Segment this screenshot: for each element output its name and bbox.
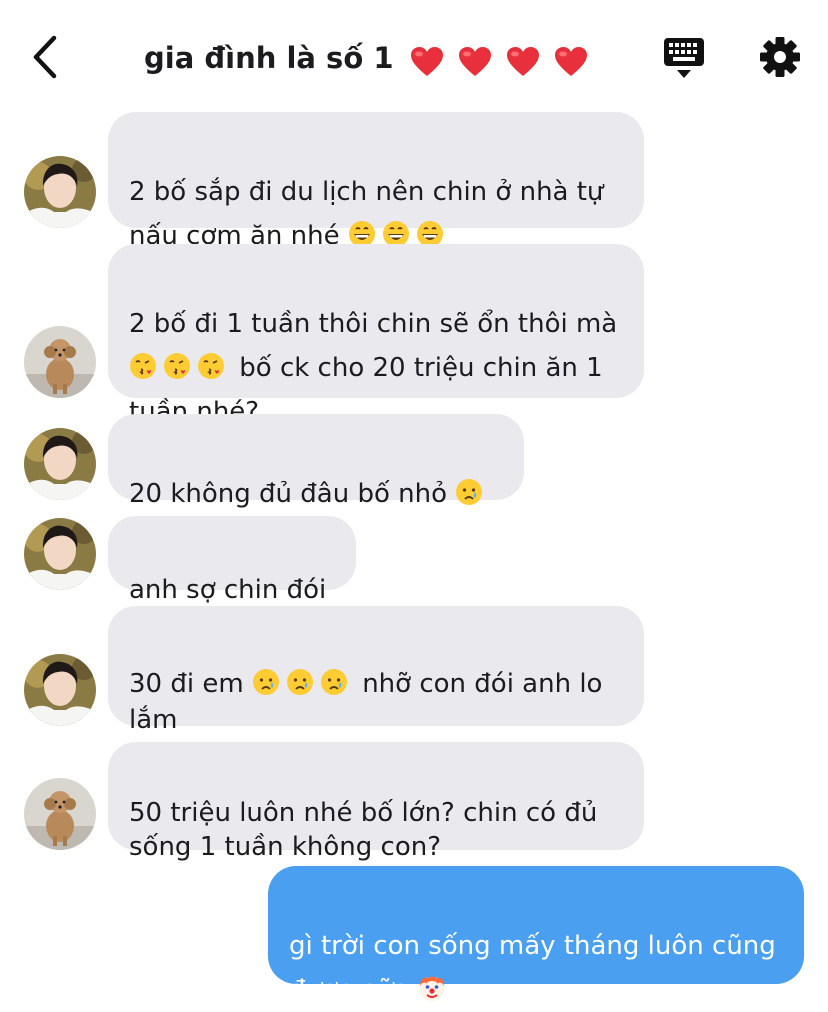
message-bubble: 20 không đủ đâu bố nhỏ: [108, 414, 524, 509]
message-text: sống 1 tuần không con?: [129, 832, 442, 862]
chat-header: gia đình là số 1: [0, 0, 828, 112]
keyboard-icon: [664, 38, 704, 78]
avatar-dog[interactable]: [24, 778, 96, 850]
crying-face-icon: [456, 479, 483, 505]
message-text: bố ck cho 20 triệu chin ăn 1: [231, 353, 603, 383]
message-text: 30 đi em: [129, 669, 244, 699]
avatar-boy[interactable]: [24, 156, 96, 228]
heart-icon: [410, 47, 443, 76]
face-blowing-kiss-icon: [130, 353, 156, 379]
message-bubble: 2 bố sắp đi du lịch nên chin ở nhà tự nấ…: [108, 112, 644, 251]
message-bubble-outgoing: gì trời con sống mấy tháng luôn cũng đượ…: [268, 866, 804, 1005]
message-text: anh sợ chin đói: [129, 575, 327, 605]
message-text: 2 bố đi 1 tuần thôi chin sẽ ổn thôi mà: [129, 309, 618, 339]
settings-button[interactable]: [759, 36, 801, 78]
gear-icon: [760, 37, 800, 77]
crying-face-icon: [320, 669, 347, 695]
message-text: 2 bố sắp đi du lịch nên chin ở nhà tự: [129, 177, 604, 207]
chat-title: gia đình là số 1: [144, 41, 394, 75]
clown-face-icon: [419, 976, 444, 1001]
face-blowing-kiss-icon: [164, 353, 190, 379]
chevron-left-icon: [33, 35, 57, 79]
message-text: gì trời con sống mấy tháng luôn cũng: [289, 931, 776, 961]
heart-icon: [458, 47, 491, 76]
message-bubble: 50 triệu luôn nhé bố lớn? chin có đủ sốn…: [108, 742, 644, 862]
avatar-boy[interactable]: [24, 654, 96, 726]
back-button[interactable]: [26, 32, 66, 82]
message-text: 50 triệu luôn nhé bố lớn? chin có đủ: [129, 798, 598, 828]
crying-face-icon: [252, 669, 279, 695]
crying-face-icon: [286, 669, 313, 695]
message-bubble: 30 đi em nhỡ con đói anh lo lắm: [108, 606, 644, 735]
keyboard-button[interactable]: [662, 36, 706, 80]
hearts: [410, 40, 592, 80]
message-bubble: anh sợ chin đói: [108, 516, 356, 605]
message-text: nhỡ con đói anh lo: [353, 669, 603, 699]
face-blowing-kiss-icon: [198, 353, 224, 379]
message-text: được nữa: [289, 975, 410, 1005]
heart-icon: [554, 47, 587, 76]
message-text: 20 không đủ đâu bố nhỏ: [129, 479, 448, 509]
chat-title-group: gia đình là số 1: [144, 38, 592, 80]
avatar-boy[interactable]: [24, 428, 96, 500]
avatar-dog[interactable]: [24, 326, 96, 398]
message-text: lắm: [129, 705, 178, 735]
message-bubble: 2 bố đi 1 tuần thôi chin sẽ ổn thôi mà b…: [108, 244, 644, 427]
heart-icon: [506, 47, 539, 76]
avatar-boy[interactable]: [24, 518, 96, 590]
